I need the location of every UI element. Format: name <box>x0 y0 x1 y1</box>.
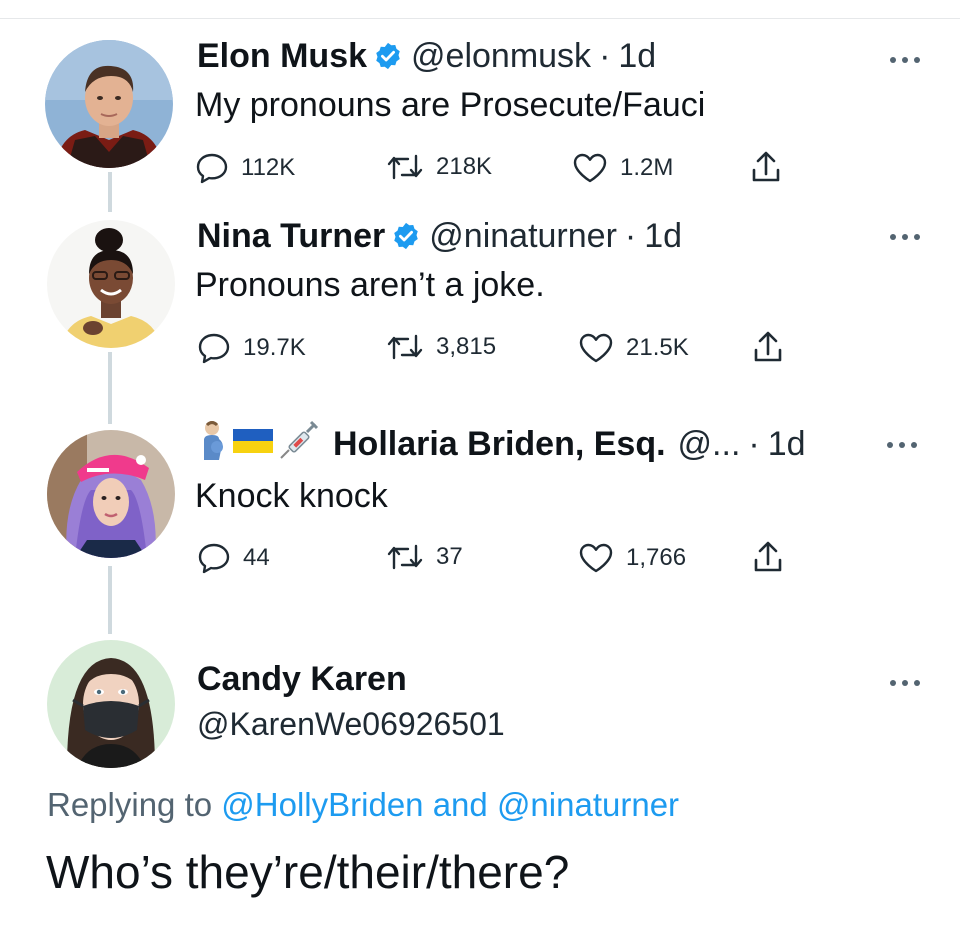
verified-badge-icon <box>391 221 421 251</box>
retweet-icon <box>387 544 423 570</box>
thread-line <box>108 566 112 634</box>
thread-line <box>108 352 112 424</box>
reply-tweet-text: Who’s they’re/their/there? <box>46 846 570 898</box>
heart-icon <box>573 153 607 183</box>
reply-button[interactable]: 19.7K <box>197 332 306 364</box>
name-emojis <box>197 420 325 469</box>
like-count: 21.5K <box>626 334 689 361</box>
display-name[interactable]: Elon Musk <box>197 37 367 76</box>
share-icon[interactable] <box>752 330 784 364</box>
mention-conjunction: and <box>432 786 488 823</box>
reply-button[interactable]: 112K <box>195 152 295 184</box>
more-dots-icon[interactable] <box>885 232 925 242</box>
twitter-thread-screenshot: Elon Musk @elonmusk · 1d My pronouns are… <box>0 0 960 929</box>
timestamp[interactable]: 1d <box>618 37 656 76</box>
verified-badge-icon <box>373 41 403 71</box>
retweet-button[interactable]: 218K <box>386 152 492 182</box>
reply-button[interactable]: 44 <box>197 542 270 574</box>
mention-link[interactable]: @HollyBriden <box>221 786 423 823</box>
avatar-nina-image <box>47 220 175 348</box>
separator-dot: · <box>624 216 637 255</box>
user-handle[interactable]: @... <box>678 425 741 464</box>
retweet-count: 37 <box>436 543 463 570</box>
timestamp[interactable]: 1d <box>768 425 806 464</box>
tweet-text: Pronouns aren’t a joke. <box>195 266 545 304</box>
mention-link[interactable]: @ninaturner <box>497 786 679 823</box>
retweet-icon <box>387 334 423 360</box>
user-handle[interactable]: @ninaturner <box>429 217 617 256</box>
timestamp[interactable]: 1d <box>644 217 682 256</box>
like-button[interactable]: 21.5K <box>578 332 689 364</box>
replying-to-line: Replying to @HollyBriden and @ninaturner <box>47 786 679 824</box>
reply-count: 112K <box>241 154 296 181</box>
reply-count: 19.7K <box>243 334 306 361</box>
thread-line <box>108 172 112 212</box>
reply-bubble-icon <box>198 333 230 364</box>
reply-count: 44 <box>243 544 270 571</box>
more-dots-icon[interactable] <box>885 55 925 65</box>
separator-dot: · <box>748 424 760 463</box>
more-dots-icon[interactable] <box>882 440 922 450</box>
more-dots-icon[interactable] <box>885 678 925 688</box>
tweet-header: Hollaria Briden, Esq. @... · 1d <box>197 420 806 469</box>
retweet-count: 3,815 <box>436 333 497 360</box>
user-handle[interactable]: @KarenWe06926501 <box>197 706 505 743</box>
like-count: 1.2M <box>620 154 674 181</box>
avatar[interactable] <box>47 220 175 348</box>
avatar[interactable] <box>47 640 175 768</box>
heart-icon <box>579 333 613 363</box>
avatar-elon-image <box>45 40 173 168</box>
share-icon[interactable] <box>752 540 784 574</box>
tweet-header: Nina Turner @ninaturner · 1d <box>197 214 682 258</box>
tweet-text: Knock knock <box>195 477 388 515</box>
retweet-button[interactable]: 37 <box>386 542 463 572</box>
retweet-button[interactable]: 3,815 <box>386 332 496 362</box>
reply-bubble-icon <box>196 153 228 184</box>
retweet-icon <box>387 154 423 180</box>
syringe-emoji <box>279 420 319 469</box>
avatar-candy-image <box>47 640 175 768</box>
retweet-count: 218K <box>436 153 493 180</box>
ukraine-flag-emoji <box>233 425 273 464</box>
tweet-text: My pronouns are Prosecute/Fauci <box>195 86 706 124</box>
replying-to-label: Replying to <box>47 786 213 823</box>
user-handle[interactable]: @elonmusk <box>411 37 591 76</box>
share-icon[interactable] <box>750 150 782 184</box>
avatar[interactable] <box>47 430 175 558</box>
like-count: 1,766 <box>626 544 687 571</box>
avatar[interactable] <box>45 40 173 168</box>
reply-bubble-icon <box>198 543 230 574</box>
display-name[interactable]: Candy Karen <box>197 660 407 699</box>
avatar-hollaria-image <box>47 430 175 558</box>
like-button[interactable]: 1,766 <box>578 542 686 574</box>
display-name[interactable]: Hollaria Briden, Esq. <box>333 425 666 464</box>
separator-dot: · <box>599 36 611 75</box>
pregnant-man-emoji <box>197 420 227 469</box>
top-divider <box>0 18 960 19</box>
display-name[interactable]: Nina Turner <box>197 217 385 256</box>
tweet-header: Elon Musk @elonmusk · 1d <box>197 34 656 78</box>
like-button[interactable]: 1.2M <box>572 152 673 184</box>
heart-icon <box>579 543 613 573</box>
